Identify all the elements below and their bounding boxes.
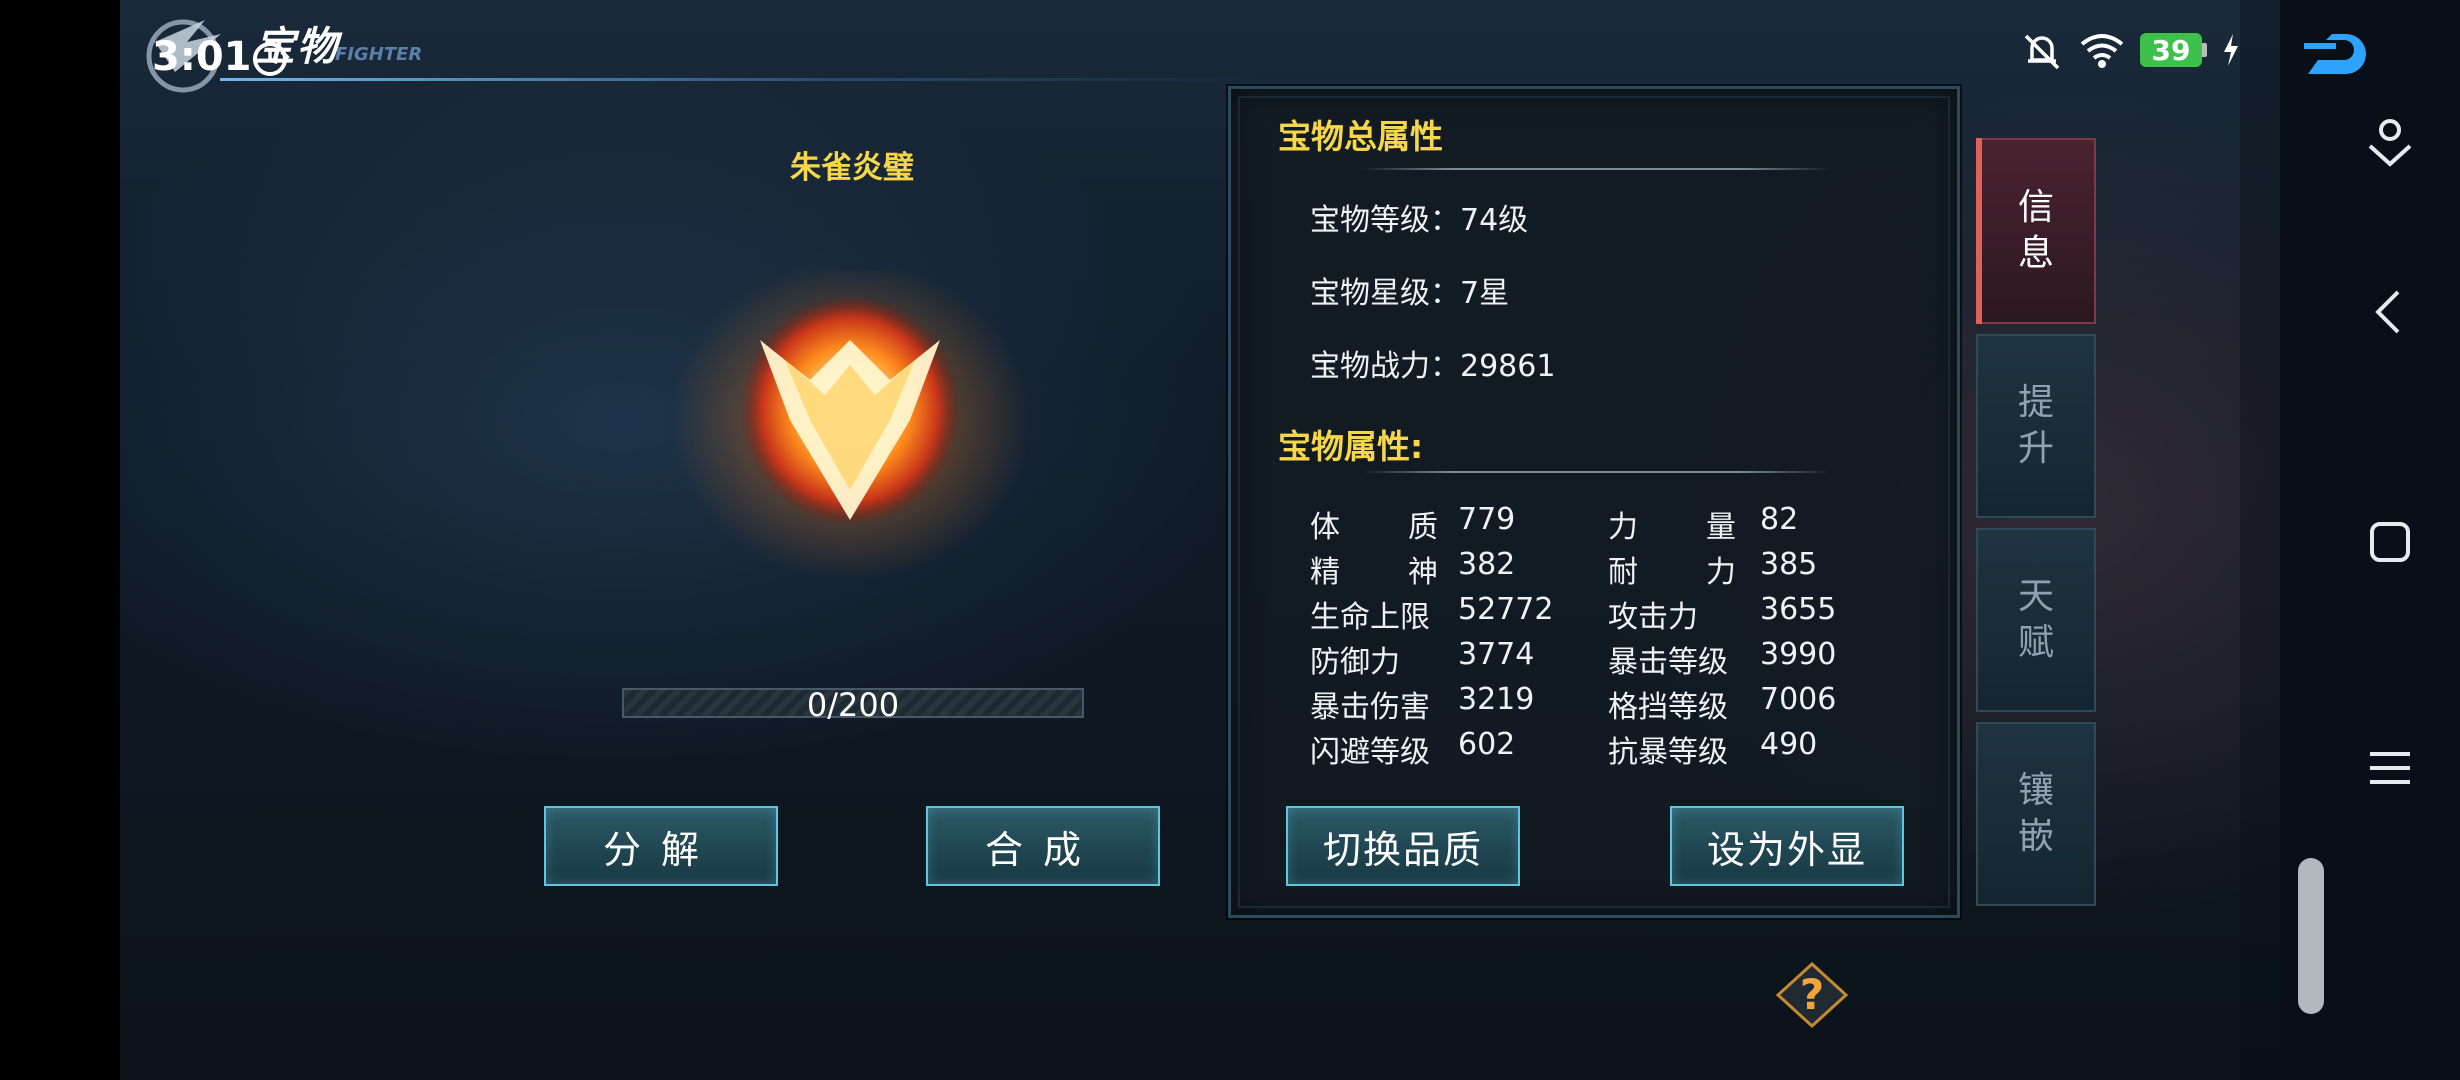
attribute-label: 暴击伤害 bbox=[1310, 690, 1430, 725]
side-drawer-handle[interactable] bbox=[2298, 858, 2324, 1014]
tab-info[interactable]: 信息 bbox=[1976, 138, 2096, 324]
switch-quality-button[interactable]: 切换品质 bbox=[1286, 806, 1520, 886]
attribute-value: 385 bbox=[1760, 547, 1818, 582]
attribute-value: 382 bbox=[1458, 547, 1516, 582]
header-divider bbox=[220, 78, 1260, 81]
home-icon[interactable] bbox=[2360, 512, 2420, 572]
attribute-label: 体质 bbox=[1310, 510, 1438, 545]
menu-icon[interactable] bbox=[2360, 738, 2420, 798]
battery-level: 39 bbox=[2140, 33, 2202, 67]
attribute-value: 3774 bbox=[1458, 637, 1535, 672]
page-subtitle: FIGHTER bbox=[335, 44, 423, 65]
attribute-label: 耐力 bbox=[1608, 555, 1736, 590]
app-logo-icon[interactable] bbox=[2300, 26, 2380, 86]
attribute-value: 82 bbox=[1760, 502, 1799, 537]
total-attributes-title: 宝物总属性 bbox=[1278, 117, 1443, 156]
attribute-label: 力量 bbox=[1608, 510, 1736, 545]
attribute-label: 防御力 bbox=[1310, 645, 1400, 680]
attribute-label: 生命上限 bbox=[1310, 600, 1430, 635]
section-divider bbox=[1360, 471, 1832, 473]
tab-inlay[interactable]: 镶嵌 bbox=[1976, 722, 2096, 906]
alarm-icon bbox=[253, 42, 287, 76]
set-appearance-button[interactable]: 设为外显 bbox=[1670, 806, 1904, 886]
assistant-icon[interactable] bbox=[2360, 112, 2420, 172]
attribute-value: 7006 bbox=[1760, 682, 1837, 717]
attribute-label: 攻击力 bbox=[1608, 600, 1698, 635]
attribute-label: 暴击等级 bbox=[1608, 645, 1728, 680]
attribute-value: 52772 bbox=[1458, 592, 1554, 627]
treasure-power: 宝物战力：29861 bbox=[1310, 349, 1556, 384]
charging-icon bbox=[2224, 34, 2238, 66]
treasure-emblem-icon bbox=[670, 270, 1030, 580]
attributes-title: 宝物属性: bbox=[1278, 427, 1424, 466]
attribute-value: 3990 bbox=[1760, 637, 1837, 672]
section-divider bbox=[1360, 168, 1832, 170]
attribute-value: 779 bbox=[1458, 502, 1516, 537]
attribute-value: 3655 bbox=[1760, 592, 1837, 627]
system-nav-bar bbox=[2240, 0, 2460, 1080]
status-time: 3:01 bbox=[152, 34, 252, 80]
treasure-stars: 宝物星级：7星 bbox=[1310, 276, 1510, 311]
synthesize-button[interactable]: 合成 bbox=[926, 806, 1160, 886]
attribute-label: 格挡等级 bbox=[1608, 690, 1728, 725]
mute-icon bbox=[2024, 34, 2060, 70]
tab-talent[interactable]: 天赋 bbox=[1976, 528, 2096, 712]
tab-upgrade[interactable]: 提升 bbox=[1976, 334, 2096, 518]
attribute-label: 闪避等级 bbox=[1310, 735, 1430, 770]
item-progress-bar: 0/200 bbox=[622, 686, 1084, 724]
back-icon[interactable] bbox=[2360, 282, 2420, 342]
attribute-label: 抗暴等级 bbox=[1608, 735, 1728, 770]
attribute-value: 3219 bbox=[1458, 682, 1535, 717]
battery-indicator: 39 bbox=[2140, 33, 2207, 67]
status-icons: 39 bbox=[2020, 30, 2241, 70]
wifi-icon bbox=[2080, 34, 2124, 68]
item-name: 朱雀炎璧 bbox=[790, 150, 914, 186]
left-letterbox bbox=[0, 0, 120, 1080]
attribute-value: 602 bbox=[1458, 727, 1516, 762]
svg-text:?: ? bbox=[1800, 970, 1824, 1019]
attribute-label: 精神 bbox=[1310, 555, 1438, 590]
progress-text: 0/200 bbox=[806, 686, 900, 724]
help-icon[interactable]: ? bbox=[1772, 960, 1852, 1030]
decompose-button[interactable]: 分解 bbox=[544, 806, 778, 886]
treasure-level: 宝物等级：74级 bbox=[1310, 203, 1529, 238]
attribute-value: 490 bbox=[1760, 727, 1818, 762]
